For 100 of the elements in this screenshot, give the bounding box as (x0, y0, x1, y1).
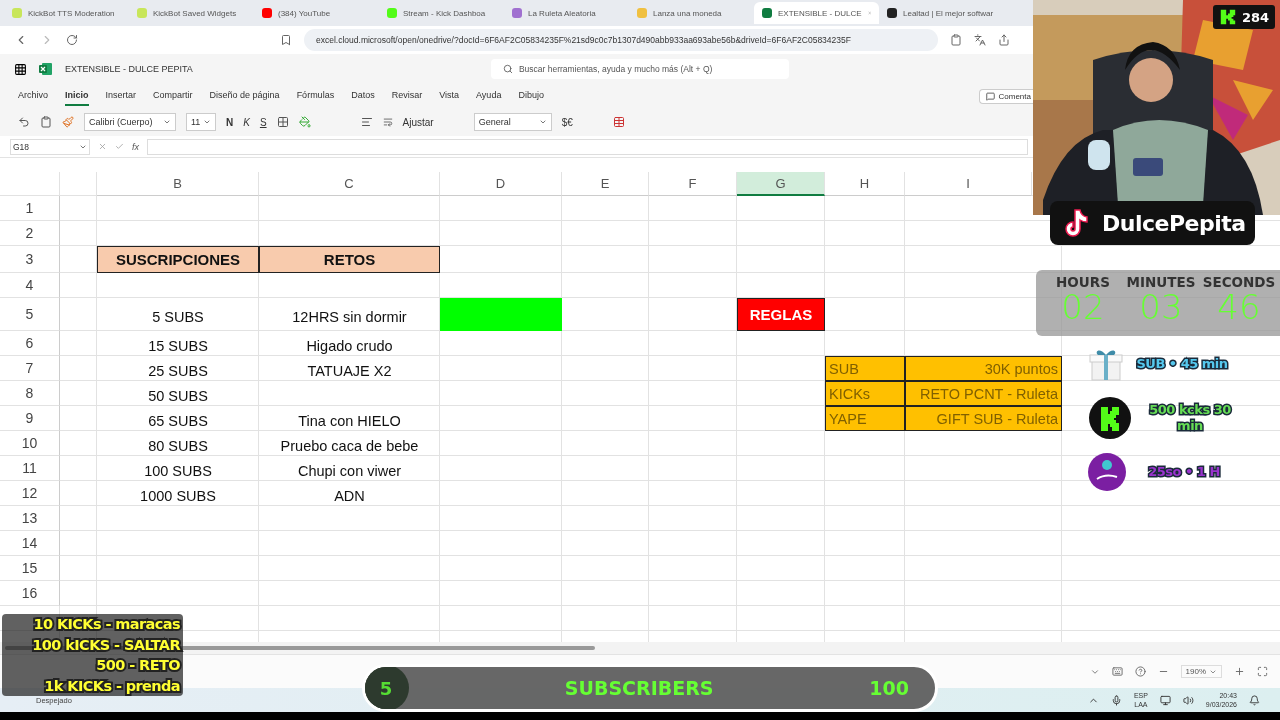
table-cell-text: 5 SUBS (151, 307, 205, 327)
channel-name: DulcePepita (1102, 210, 1246, 236)
row-header[interactable]: 15 (0, 556, 60, 581)
row-header[interactable]: 13 (0, 506, 60, 531)
italic-button[interactable]: K (243, 116, 250, 128)
font-dropdown[interactable]: Calibri (Cuerpo) (84, 113, 176, 131)
ribbon-tab[interactable]: Ayuda (476, 86, 502, 106)
table-cell-text: 15 SUBS (147, 336, 209, 356)
tab-favicon (637, 8, 647, 18)
row-header[interactable]: 2 (0, 221, 60, 246)
timer-value: 46 (1217, 290, 1261, 324)
chevron-down-icon (538, 118, 547, 126)
table-cell-text: 1000 SUBS (139, 486, 217, 506)
ribbon-tab[interactable]: Compartir (153, 86, 193, 106)
browser-tab[interactable]: EXTENSIBLE - DULCE (754, 2, 879, 24)
bookmark-icon[interactable] (280, 34, 292, 46)
row-header[interactable]: 7 (0, 356, 60, 381)
address-field[interactable]: excel.cloud.microsoft/open/onedrive/?docId=6F6AF2C05834235F%21sd9c0c7b1307d490abb933aa693abe56b&driveId=6F6AF2C05834235F (304, 29, 938, 51)
browser-tab[interactable]: KickBot Saved Widgets (129, 2, 254, 24)
row-header[interactable]: 11 (0, 456, 60, 481)
browser-tab[interactable]: La Ruleta Aleatoria (504, 2, 629, 24)
ribbon-tab[interactable]: Diseño de página (209, 86, 280, 106)
row-header[interactable]: 9 (0, 406, 60, 431)
column-header[interactable]: G (737, 172, 825, 196)
kick-reward-text: 500 - RETO (96, 656, 180, 675)
microphone-icon[interactable] (1110, 694, 1122, 706)
timer-label: MINUTES (1126, 274, 1196, 290)
row-header[interactable]: 14 (0, 531, 60, 556)
ribbon-tab[interactable]: Datos (351, 86, 375, 106)
table-cell: GIFT SUB - Ruleta (905, 406, 1062, 431)
table-cell-text: 65 SUBS (147, 411, 209, 431)
fill-color-icon[interactable] (298, 116, 311, 128)
row-header[interactable]: 12 (0, 481, 60, 506)
row-header[interactable]: 3 (0, 246, 60, 273)
font-size-dropdown[interactable]: 11 (186, 113, 216, 131)
chevron-down-icon (203, 118, 211, 126)
row-header[interactable]: 5 (0, 298, 60, 331)
number-format-dropdown[interactable]: General (473, 113, 552, 131)
rules-title: REGLAS (737, 298, 825, 331)
follower-count: 284 (1242, 9, 1270, 25)
row-header[interactable]: 16 (0, 581, 60, 606)
share-icon[interactable] (998, 34, 1010, 46)
timer-value: 02 (1061, 290, 1105, 324)
tab-favicon (387, 8, 397, 18)
volume-icon[interactable] (1182, 694, 1194, 706)
currency-button[interactable]: $€ (561, 116, 573, 128)
align-icon[interactable] (360, 116, 373, 128)
table-cell-text: 25 SUBS (147, 361, 209, 381)
undo-icon[interactable] (18, 116, 30, 128)
comments-button[interactable]: Comenta (978, 88, 1033, 104)
ribbon-tab[interactable]: Inicio (65, 86, 89, 106)
wrap-text-button[interactable]: Ajustar (402, 116, 434, 128)
timer-label: SECONDS (1202, 274, 1276, 290)
paste-icon[interactable] (40, 116, 52, 128)
format-painter-icon[interactable] (62, 116, 74, 128)
wrap-text-icon[interactable] (382, 117, 393, 127)
browser-tab[interactable]: Lanza una moneda (629, 2, 754, 24)
search-field[interactable]: Buscar herramientas, ayuda y mucho más (Alt + Q) (490, 59, 789, 79)
row-header[interactable]: 4 (0, 273, 60, 298)
borders-icon[interactable] (276, 116, 289, 128)
ribbon-tab[interactable]: Insertar (105, 86, 137, 106)
ribbon-tab[interactable]: Fórmulas (296, 86, 335, 106)
row-header[interactable]: 10 (0, 431, 60, 456)
help-icon[interactable] (1134, 666, 1146, 677)
function-button[interactable]: fx (132, 141, 139, 152)
browser-tab[interactable]: Lealtad | El mejor softwar (879, 2, 1004, 24)
translate-icon[interactable] (974, 34, 986, 46)
notification-icon[interactable] (1249, 694, 1260, 706)
clipboard-icon[interactable] (950, 34, 962, 46)
browser-tab[interactable]: Stream - Kick Dashboa (379, 2, 504, 24)
confirm-icon (115, 142, 124, 151)
browser-tab[interactable]: KickBot TTS Moderation (4, 2, 129, 24)
app-launcher-icon[interactable] (14, 62, 27, 76)
search-icon (502, 64, 513, 74)
table-icon[interactable] (612, 116, 625, 128)
ribbon-tab[interactable]: Revisar (391, 86, 423, 106)
formula-field[interactable] (147, 138, 1028, 155)
tab-favicon (512, 8, 522, 18)
ribbon-tab[interactable]: Vista (439, 86, 460, 106)
column-header[interactable]: I (905, 172, 1032, 196)
ribbon-tab[interactable]: Archivo (18, 86, 48, 106)
row-header[interactable]: 6 (0, 331, 60, 356)
table-cell-text: TATUAJE X2 (306, 361, 393, 381)
keyboard-icon[interactable] (1111, 666, 1123, 677)
name-box[interactable]: G18 (10, 138, 90, 155)
row-header[interactable]: 1 (0, 196, 60, 221)
reload-icon[interactable] (66, 34, 78, 46)
zoom-in-icon[interactable] (1234, 666, 1245, 677)
zoom-dropdown[interactable]: 190% (1180, 665, 1222, 678)
browser-tab[interactable]: (384) YouTube (254, 2, 379, 24)
network-icon[interactable] (1159, 694, 1171, 706)
kick-reward-text: 1k KICKs - prenda (44, 676, 180, 696)
kick-reward-text: 100 kICKS - SALTAR (32, 635, 180, 655)
table-cell: YAPE (825, 406, 905, 431)
ribbon-tab[interactable]: Dibujo (518, 86, 544, 106)
kick-reward-text: 10 KICKs - maracas (33, 615, 180, 634)
underline-button[interactable]: S (259, 116, 267, 128)
bold-button[interactable]: N (226, 116, 234, 128)
fullscreen-icon[interactable] (1257, 666, 1268, 677)
row-header[interactable]: 8 (0, 381, 60, 406)
